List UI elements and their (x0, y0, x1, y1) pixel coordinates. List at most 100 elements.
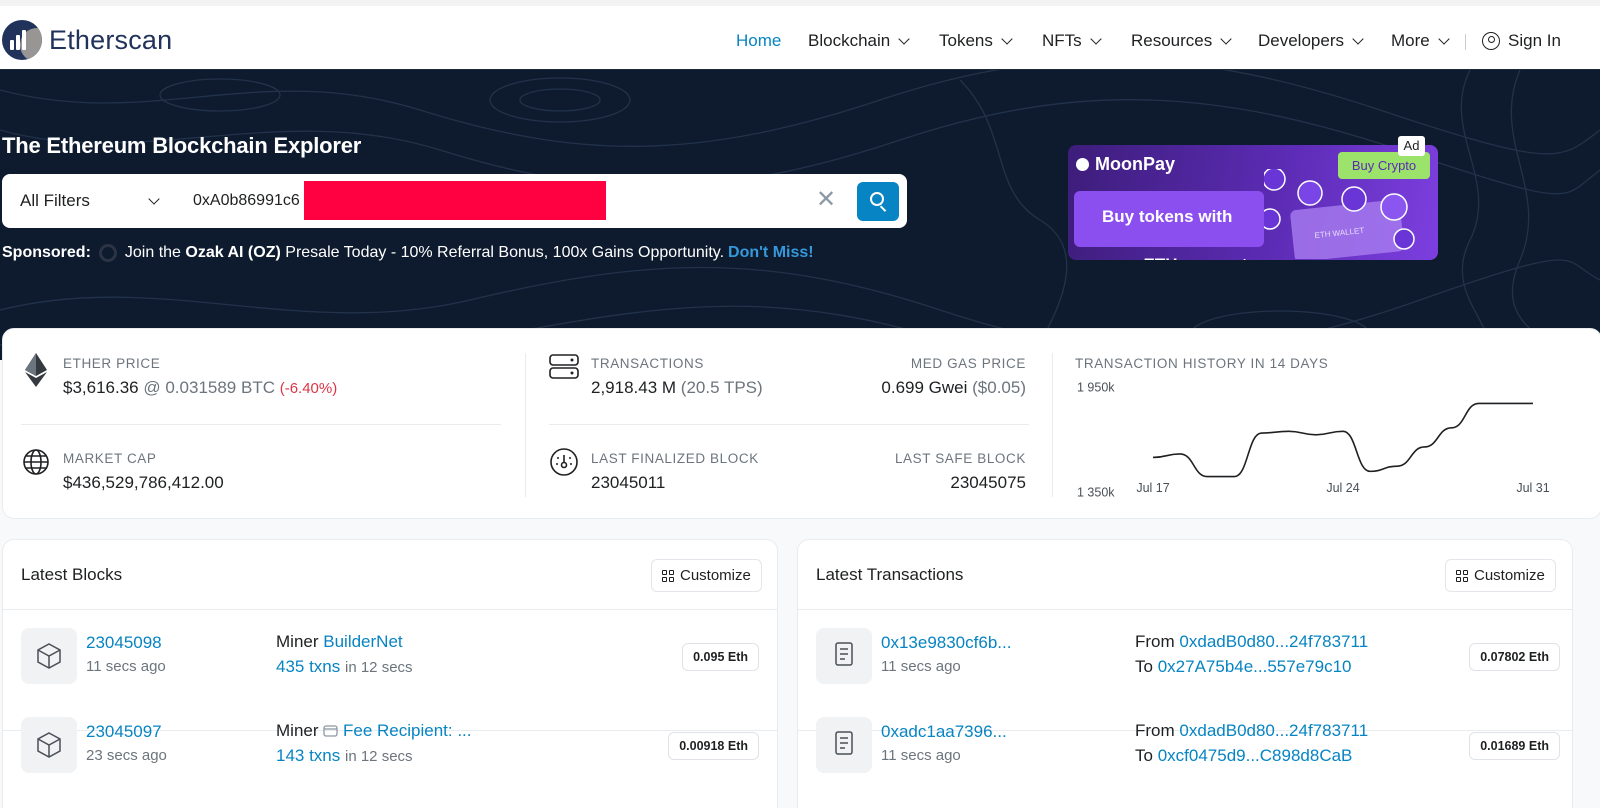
ether-price-caption: ETHER PRICE (63, 356, 161, 371)
miner-label: Miner (276, 721, 319, 740)
user-circle-icon (1482, 32, 1500, 50)
market-cap-caption: MARKET CAP (63, 451, 157, 466)
block-time: in 12 secs (345, 748, 413, 765)
redaction-box (304, 181, 606, 220)
nav-divider (1465, 34, 1466, 50)
tx-to: To 0x27A75b4e...557e79c10 (1135, 657, 1352, 677)
transaction-row: 0x13e9830cf6b... 11 secs ago From 0xdadB… (798, 628, 1572, 731)
nav-blockchain[interactable]: Blockchain (808, 31, 910, 51)
nav-home[interactable]: Home (736, 31, 781, 51)
ozak-logo-icon (98, 244, 117, 262)
miner-label: Miner (276, 632, 319, 651)
x-tick-label: Jul 17 (1136, 481, 1169, 495)
sponsored-link[interactable]: Don't Miss! (728, 244, 814, 262)
filter-select[interactable]: All Filters (20, 191, 160, 211)
tx-history-caption: TRANSACTION HISTORY IN 14 DAYS (1075, 356, 1329, 371)
moonpay-logo: MoonPay (1076, 154, 1175, 175)
customize-button[interactable]: Customize (651, 559, 762, 592)
last-safe-value[interactable]: 23045075 (950, 473, 1026, 493)
etherscan-logo-icon (2, 20, 42, 60)
tx-hash-link[interactable]: 0xadc1aa7396... (881, 722, 1007, 742)
sponsored-text: Presale Today - 10% Referral Bonus, 100x… (285, 244, 725, 261)
latest-blocks-title: Latest Blocks (21, 565, 123, 584)
from-label: From (1135, 721, 1175, 740)
to-address-link[interactable]: 0xcf0475d9...C898d8CaB (1158, 746, 1353, 765)
top-navbar: Etherscan Home Blockchain Tokens NFTs Re… (0, 0, 1600, 70)
nav-developers-label: Developers (1258, 31, 1344, 50)
block-icon (21, 717, 77, 773)
ad-headline: Buy tokens with your ETH account (1074, 191, 1264, 260)
nav-more[interactable]: More (1391, 31, 1450, 51)
nav-blockchain-label: Blockchain (808, 31, 891, 50)
chevron-down-icon (1438, 32, 1450, 45)
block-number-link[interactable]: 23045097 (86, 722, 162, 742)
miner-link[interactable]: BuilderNet (323, 632, 402, 651)
tx-age: 11 secs ago (881, 747, 961, 764)
last-finalized-value[interactable]: 23045011 (591, 473, 665, 493)
search-bar: All Filters 0xA0b86991c6 ✕ (2, 174, 907, 228)
etherscan-logo[interactable]: Etherscan (2, 20, 172, 60)
transactions-value[interactable]: 2,918.43 M (20.5 TPS) (591, 378, 763, 398)
tx-history-chart[interactable]: 1 950k 1 350k Jul 17 Jul 24 Jul 31 (1063, 379, 1563, 501)
x-tick-label: Jul 31 (1516, 481, 1549, 495)
moonpay-dot-icon (1076, 158, 1089, 171)
sponsored-brand: Ozak AI (OZ) (185, 244, 281, 261)
ether-price-change: (-6.40%) (279, 380, 338, 397)
to-address-link[interactable]: 0x27A75b4e...557e79c10 (1158, 657, 1352, 676)
med-gas-value[interactable]: 0.699 Gwei ($0.05) (881, 378, 1026, 398)
from-label: From (1135, 632, 1175, 651)
nav-nfts-label: NFTs (1042, 31, 1082, 50)
stats-card: ETHER PRICE $3,616.36 @ 0.031589 BTC (-6… (2, 328, 1600, 519)
chevron-down-icon (898, 32, 910, 45)
nav-tokens[interactable]: Tokens (939, 31, 1013, 51)
tx-from: From 0xdadB0d80...24f783711 (1135, 721, 1368, 741)
filter-select-label: All Filters (20, 191, 90, 210)
tx-to: To 0xcf0475d9...C898d8CaB (1135, 746, 1352, 766)
from-address-link[interactable]: 0xdadB0d80...24f783711 (1179, 721, 1368, 740)
ether-price-btc: @ 0.031589 BTC (143, 378, 275, 397)
ad-headline-1: Buy tokens with (1102, 207, 1233, 226)
document-icon (816, 628, 872, 684)
transactions-count: 2,918.43 M (591, 378, 677, 397)
search-input[interactable]: 0xA0b86991c6 (193, 192, 300, 210)
y-tick-label: 1 350k (1077, 485, 1115, 499)
tx-hash-link[interactable]: 0x13e9830cf6b... (881, 633, 1011, 653)
divider (3, 609, 777, 610)
moonpay-ad[interactable]: MoonPay Buy Crypto Buy tokens withyour E… (1068, 145, 1438, 260)
clear-search-icon[interactable]: ✕ (814, 187, 838, 213)
txns-link[interactable]: 435 txns (276, 657, 340, 676)
txns-link[interactable]: 143 txns (276, 746, 340, 765)
transactions-tps: (20.5 TPS) (680, 378, 763, 397)
ad-brand-name: MoonPay (1095, 154, 1176, 174)
search-button[interactable] (857, 182, 899, 221)
page-title: The Ethereum Blockchain Explorer (2, 133, 362, 158)
med-gas-usd: ($0.05) (972, 378, 1026, 397)
block-row: 23045098 11 secs ago Miner BuilderNet 43… (3, 628, 777, 731)
tx-value-badge: 0.01689 Eth (1469, 732, 1560, 760)
block-txns: 435 txns in 12 secs (276, 657, 413, 677)
nav-resources[interactable]: Resources (1131, 31, 1232, 51)
block-icon (21, 628, 77, 684)
block-miner: Miner BuilderNet (276, 632, 403, 652)
from-address-link[interactable]: 0xdadB0d80...24f783711 (1179, 632, 1368, 651)
gauge-icon (550, 448, 578, 476)
sponsored-banner: Sponsored: Join the Ozak AI (OZ) Presale… (2, 244, 814, 262)
logo-text: Etherscan (49, 24, 173, 55)
divider (525, 353, 526, 497)
wallet-illustration: ETH WALLET (1264, 169, 1415, 259)
block-row: 23045097 23 secs ago Miner Fee Recipient… (3, 717, 777, 805)
miner-link[interactable]: Fee Recipient: ... (343, 721, 472, 740)
wallet-icon (323, 725, 338, 737)
customize-button[interactable]: Customize (1445, 559, 1556, 592)
nav-developers[interactable]: Developers (1258, 31, 1364, 51)
to-label: To (1135, 657, 1153, 676)
block-miner: Miner Fee Recipient: ... (276, 721, 472, 741)
document-icon (816, 717, 872, 773)
ether-price-value[interactable]: $3,616.36 @ 0.031589 BTC (-6.40%) (63, 378, 337, 398)
med-gas-gwei: 0.699 Gwei (881, 378, 968, 397)
block-number-link[interactable]: 23045098 (86, 633, 162, 653)
ethereum-icon (25, 353, 47, 387)
sign-in-link[interactable]: Sign In (1482, 31, 1561, 51)
tx-age: 11 secs ago (881, 658, 961, 675)
nav-nfts[interactable]: NFTs (1042, 31, 1102, 51)
